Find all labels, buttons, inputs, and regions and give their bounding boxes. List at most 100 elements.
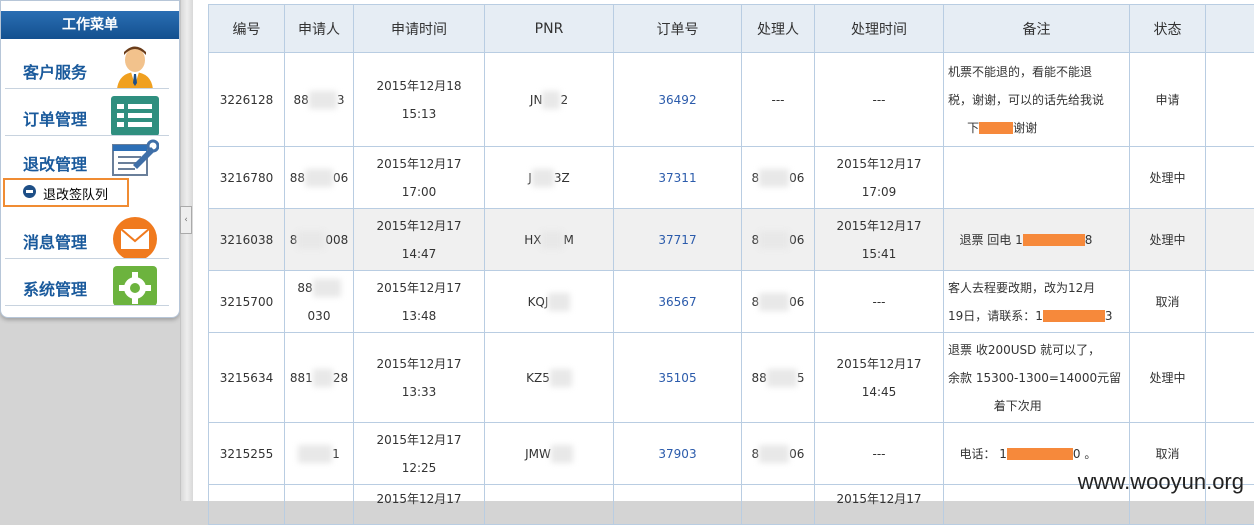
menu-item-system-management[interactable]: 系统管理 bbox=[1, 260, 169, 306]
cell-applicant: 8008 bbox=[285, 209, 354, 271]
cell-applicant: 883 bbox=[285, 53, 354, 147]
cell-handle-time: --- bbox=[815, 271, 944, 333]
column-header[interactable]: 状态 bbox=[1130, 5, 1206, 53]
cell-remark: 退票 回电 18 bbox=[944, 209, 1130, 271]
sidebar-menu: 工作菜单 客户服务 订单管理 退改管理 bbox=[0, 0, 180, 318]
cell-apply-time: 2015年12月1717:00 bbox=[354, 147, 485, 209]
column-header[interactable]: 处理时间 bbox=[815, 5, 944, 53]
cell-order-link[interactable]: 36492 bbox=[614, 53, 742, 147]
table-header-row: 编号 申请人 申请时间 PNR 订单号 处理人 处理时间 备注 状态 bbox=[209, 5, 1254, 53]
minus-circle-icon bbox=[23, 185, 36, 198]
cell-id: 3215700 bbox=[209, 271, 285, 333]
order-list-icon bbox=[111, 90, 159, 136]
cell-applicant: 1 bbox=[285, 423, 354, 485]
cell-applicant: 88128 bbox=[285, 333, 354, 423]
refund-queue-table: 编号 申请人 申请时间 PNR 订单号 处理人 处理时间 备注 状态 32261… bbox=[208, 4, 1254, 525]
table-row[interactable]: 3226128 883 2015年12月1815:13 JN2 36492 --… bbox=[209, 53, 1254, 147]
cell-status: 申请 bbox=[1130, 53, 1206, 147]
main-content: 编号 申请人 申请时间 PNR 订单号 处理人 处理时间 备注 状态 32261… bbox=[193, 0, 1254, 501]
cell-remark: 客人去程要改期，改为12月19日，请联系：13 bbox=[944, 271, 1130, 333]
column-header[interactable]: 编号 bbox=[209, 5, 285, 53]
cell-order-link[interactable]: 37717 bbox=[614, 209, 742, 271]
menu-item-label: 客户服务 bbox=[23, 59, 87, 83]
cell-order-link[interactable]: 37903 bbox=[614, 423, 742, 485]
mail-icon bbox=[111, 213, 159, 259]
cell-handle-time: 2015年12月1714:45 bbox=[815, 333, 944, 423]
cell-applicant: 8806 bbox=[285, 147, 354, 209]
cell-remark: 退票 收200USD 就可以了，余款 15300-1300=14000元留 着下… bbox=[944, 333, 1130, 423]
cell-order-link[interactable]: 37311 bbox=[614, 147, 742, 209]
cell-handle-time: --- bbox=[815, 53, 944, 147]
menu-item-label: 订单管理 bbox=[23, 106, 87, 130]
cell-handler: 885 bbox=[742, 333, 815, 423]
column-header[interactable]: 申请人 bbox=[285, 5, 354, 53]
cell-pnr: JN2 bbox=[485, 53, 614, 147]
cell-remark bbox=[944, 147, 1130, 209]
menu-divider bbox=[5, 305, 169, 306]
column-header[interactable]: 备注 bbox=[944, 5, 1130, 53]
cell-order-link[interactable]: 35105 bbox=[614, 333, 742, 423]
cell-pnr: HXM bbox=[485, 209, 614, 271]
cell-handle-time: 2015年12月17 bbox=[815, 485, 944, 525]
cell-handle-time: --- bbox=[815, 423, 944, 485]
watermark: www.wooyun.org bbox=[1078, 469, 1244, 495]
cell-apply-time: 2015年12月1815:13 bbox=[354, 53, 485, 147]
column-header-extra bbox=[1206, 5, 1254, 53]
cell-handle-time: 2015年12月1717:09 bbox=[815, 147, 944, 209]
menu-divider bbox=[5, 88, 169, 89]
collapse-arrow-icon[interactable]: ‹ bbox=[180, 206, 192, 234]
customer-service-icon bbox=[111, 43, 159, 89]
cell-id bbox=[209, 485, 285, 525]
menu-item-label: 消息管理 bbox=[23, 229, 87, 253]
cell-order-link[interactable]: 36567 bbox=[614, 271, 742, 333]
cell-pnr: KZ5 bbox=[485, 333, 614, 423]
cell-apply-time: 2015年12月1713:48 bbox=[354, 271, 485, 333]
cell-apply-time: 2015年12月1714:47 bbox=[354, 209, 485, 271]
menu-item-label: 退改管理 bbox=[23, 151, 87, 175]
column-header[interactable]: PNR bbox=[485, 5, 614, 53]
cell-handler: 806 bbox=[742, 209, 815, 271]
cell-applicant: 88030 bbox=[285, 271, 354, 333]
cell-apply-time: 2015年12月1712:25 bbox=[354, 423, 485, 485]
column-header[interactable]: 处理人 bbox=[742, 5, 815, 53]
menu-item-customer-service[interactable]: 客户服务 bbox=[1, 43, 169, 89]
cell-status: 处理中 bbox=[1130, 333, 1206, 423]
cell-handler: 806 bbox=[742, 271, 815, 333]
cell-status: 处理中 bbox=[1130, 209, 1206, 271]
settings-gear-icon bbox=[111, 260, 159, 306]
panel-splitter[interactable] bbox=[180, 0, 194, 501]
table-row[interactable]: 3216038 8008 2015年12月1714:47 HXM 37717 8… bbox=[209, 209, 1254, 271]
refund-tools-icon bbox=[111, 135, 159, 181]
menu-item-order-management[interactable]: 订单管理 bbox=[1, 90, 169, 136]
cell-pnr: JMW bbox=[485, 423, 614, 485]
cell-handler: 806 bbox=[742, 423, 815, 485]
menu-item-refund-management[interactable]: 退改管理 bbox=[1, 135, 169, 181]
submenu-refund-queue[interactable]: 退改签队列 bbox=[3, 178, 129, 207]
cell-apply-time: 2015年12月1713:33 bbox=[354, 333, 485, 423]
cell-id: 3226128 bbox=[209, 53, 285, 147]
menu-divider bbox=[5, 258, 169, 259]
cell-handler bbox=[742, 485, 815, 525]
cell-id: 3215255 bbox=[209, 423, 285, 485]
cell-handle-time: 2015年12月1715:41 bbox=[815, 209, 944, 271]
cell-status: 取消 bbox=[1130, 271, 1206, 333]
cell-handler: 806 bbox=[742, 147, 815, 209]
cell-remark: 机票不能退的，看能不能退税，谢谢，可以的话先给我说 下谢谢 bbox=[944, 53, 1130, 147]
column-header[interactable]: 申请时间 bbox=[354, 5, 485, 53]
table-row[interactable]: 3215634 88128 2015年12月1713:33 KZ5 35105 … bbox=[209, 333, 1254, 423]
cell-applicant bbox=[285, 485, 354, 525]
cell-pnr: KQJ bbox=[485, 271, 614, 333]
cell-id: 3216780 bbox=[209, 147, 285, 209]
column-header[interactable]: 订单号 bbox=[614, 5, 742, 53]
cell-apply-time: 2015年12月17 bbox=[354, 485, 485, 525]
sidebar-title: 工作菜单 bbox=[1, 11, 179, 39]
menu-item-label: 系统管理 bbox=[23, 276, 87, 300]
cell-handler: --- bbox=[742, 53, 815, 147]
cell-order-link[interactable] bbox=[614, 485, 742, 525]
table-row[interactable]: 3216780 8806 2015年12月1717:00 J3Z 37311 8… bbox=[209, 147, 1254, 209]
submenu-label: 退改签队列 bbox=[43, 184, 108, 203]
cell-status: 处理中 bbox=[1130, 147, 1206, 209]
cell-pnr bbox=[485, 485, 614, 525]
table-row[interactable]: 3215700 88030 2015年12月1713:48 KQJ 36567 … bbox=[209, 271, 1254, 333]
menu-item-message-management[interactable]: 消息管理 bbox=[1, 213, 169, 259]
